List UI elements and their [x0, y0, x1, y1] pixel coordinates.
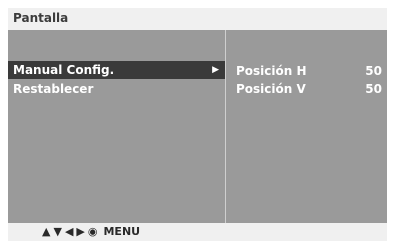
settings-panel: Posición H 50 Posición V 50	[226, 30, 387, 223]
left-triangle-icon: ◀	[64, 225, 74, 238]
menu-panel: Manual Config. ▶ Restablecer	[8, 30, 225, 223]
up-triangle-icon: ▲	[42, 225, 51, 238]
param-row-posicion-h[interactable]: Posición H 50	[236, 62, 382, 80]
param-value: 50	[365, 64, 382, 78]
param-label: Posición H	[236, 64, 307, 78]
menu-hint-label: MENU	[103, 225, 141, 238]
page-title: Pantalla	[13, 11, 69, 25]
ok-circle-icon: ◉	[87, 225, 98, 238]
nav-hints: ▲ ▼ ◀ ▶ ◉ MENU	[42, 225, 140, 238]
down-triangle-icon: ▼	[53, 225, 62, 238]
title-bar: Pantalla	[8, 8, 387, 30]
menu-item-manual-config[interactable]: Manual Config. ▶	[8, 61, 225, 79]
param-row-posicion-v[interactable]: Posición V 50	[236, 80, 382, 98]
menu-item-label: Manual Config.	[13, 63, 115, 77]
menu-item-restablecer[interactable]: Restablecer	[8, 80, 225, 98]
menu-item-label: Restablecer	[13, 82, 94, 96]
footer-bar: ▲ ▼ ◀ ▶ ◉ MENU	[8, 223, 387, 241]
right-triangle-icon: ▶	[212, 65, 219, 75]
osd-screen: Pantalla Manual Config. ▶ Restablecer Po…	[0, 0, 394, 241]
right-triangle-icon: ▶	[76, 225, 85, 238]
param-value: 50	[365, 82, 382, 96]
param-label: Posición V	[236, 82, 306, 96]
